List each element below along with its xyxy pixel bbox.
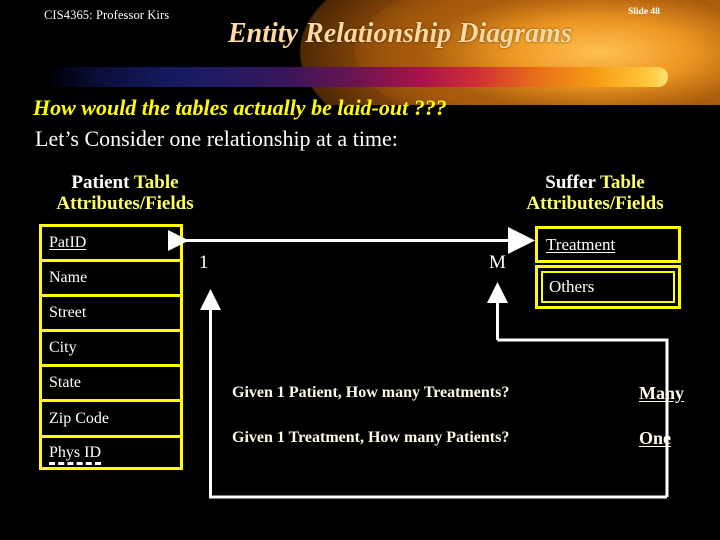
field-physid: Phys ID <box>49 445 102 466</box>
table-row: Phys ID <box>42 438 180 473</box>
slide-number-label: Slide 48 <box>628 7 660 17</box>
gradient-bar-decoration <box>48 67 668 87</box>
field-name: Name <box>49 269 88 287</box>
table-row: Name <box>42 262 180 298</box>
answer-1-text: Many <box>639 383 684 403</box>
field-patid: PatID <box>49 234 87 252</box>
field-state: State <box>49 374 81 392</box>
table-row: PatID <box>42 227 180 263</box>
connector-path-right <box>497 338 669 497</box>
table-row: City <box>42 332 180 368</box>
subtitle-question: How would the tables actually be laid-ou… <box>33 95 447 120</box>
question-2-text: Given 1 Treatment, How many Patients? <box>232 429 510 446</box>
suffer-caption-table-word: Table <box>600 172 645 193</box>
field-city: City <box>49 339 77 357</box>
suffer-table-caption: Suffer Table Attributes/Fields <box>470 172 720 215</box>
suffer-caption-line2: Attributes/Fields <box>526 193 664 215</box>
others-entity-box: Others <box>535 265 681 309</box>
patient-caption-line2: Attributes/Fields <box>56 193 194 215</box>
answer-2-text: One <box>639 428 672 448</box>
table-row: Zip Code <box>42 402 180 438</box>
patient-entity-table: PatID Name Street City State Zip Code Ph… <box>39 224 183 470</box>
table-row: State <box>42 367 180 403</box>
others-inner-frame: Others <box>541 271 675 303</box>
page-title: Entity Relationship Diagrams <box>228 18 572 49</box>
field-street: Street <box>49 304 87 322</box>
slide-canvas: CIS4365: Professor Kirs Slide 48 Entity … <box>0 0 720 540</box>
question-1-text: Given 1 Patient, How many Treatments? <box>232 384 510 401</box>
subtitle-instruction: Let’s Consider one relationship at a tim… <box>35 126 398 151</box>
course-label: CIS4365: Professor Kirs <box>44 8 170 22</box>
field-zipcode: Zip Code <box>49 409 109 427</box>
suffer-caption-name: Suffer <box>545 172 596 193</box>
cardinality-right-label: M <box>489 252 506 273</box>
ellipse-glow-inner-icon <box>355 0 720 105</box>
treatment-entity-box: Treatment <box>535 226 681 263</box>
field-others: Others <box>549 277 595 296</box>
table-row: Street <box>42 297 180 333</box>
patient-table-caption: Patient Table Attributes/Fields <box>0 172 250 215</box>
patient-caption-table-word: Table <box>133 172 179 193</box>
patient-caption-name: Patient <box>71 172 130 193</box>
cardinality-left-label: 1 <box>199 252 209 273</box>
field-treatment: Treatment <box>546 234 616 254</box>
